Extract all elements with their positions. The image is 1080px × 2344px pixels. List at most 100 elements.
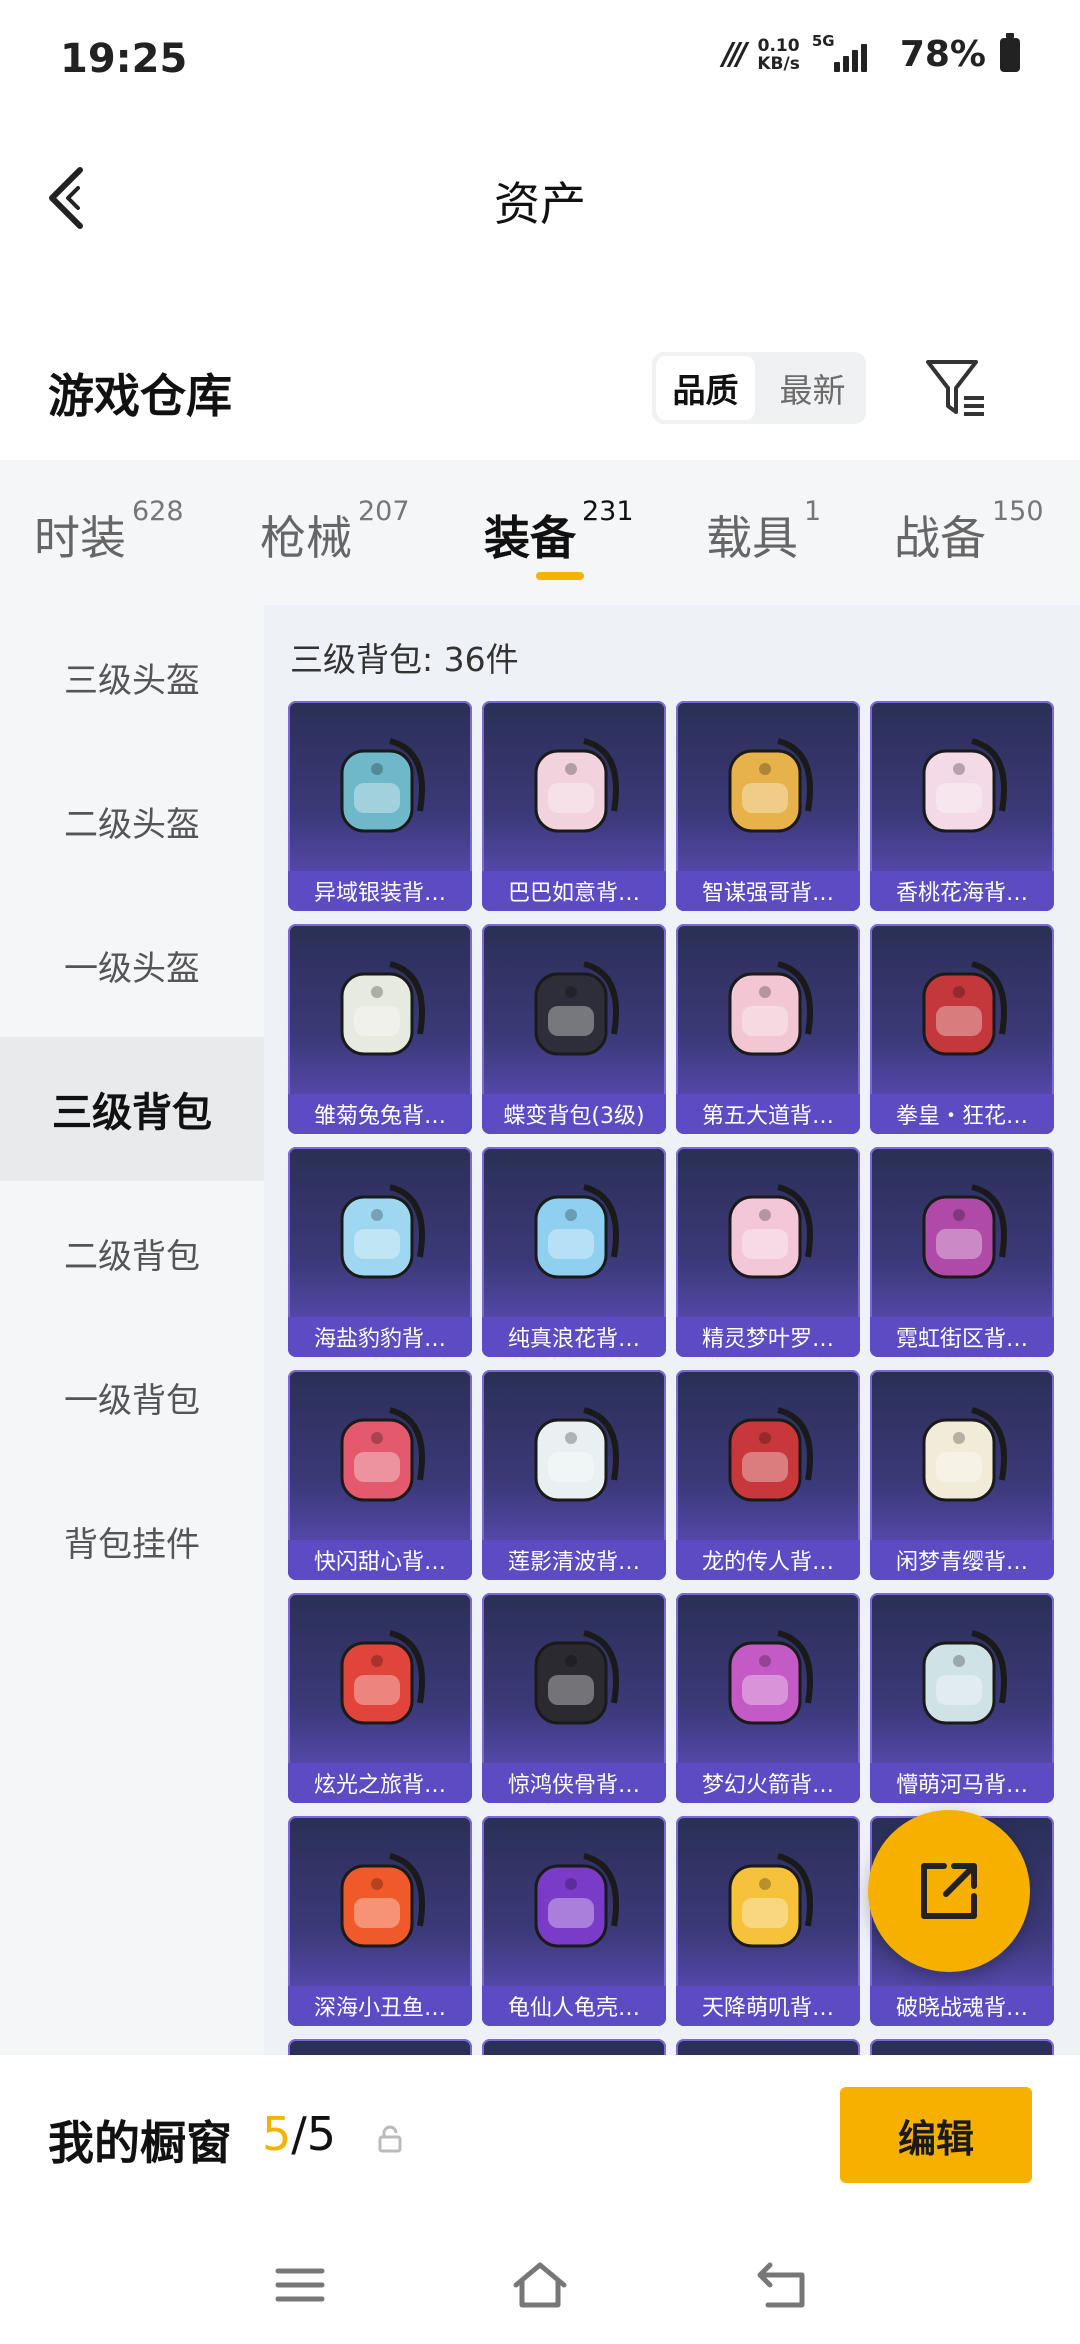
sidebar-item-lvl2-backpack[interactable]: 二级背包 <box>0 1181 264 1325</box>
item-name: 海盐豹豹背… <box>288 1317 472 1357</box>
item-name: 霓虹街区背… <box>870 1317 1054 1357</box>
menu-icon[interactable] <box>270 2255 330 2315</box>
item-card[interactable]: 蝶变背包(3级) <box>482 924 666 1134</box>
item-card[interactable]: 纯真浪花背… <box>482 1147 666 1357</box>
item-name: 深海小丑鱼… <box>288 1986 472 2026</box>
item-card[interactable]: 天降萌叽背… <box>676 1816 860 2026</box>
item-card[interactable]: 惊鸿侠骨背… <box>482 1593 666 1803</box>
item-card-partial[interactable] <box>288 2039 472 2055</box>
status-icons: /// 0.10 KB/s 5G 78% <box>722 32 1020 75</box>
item-card[interactable]: 梦幻火箭背… <box>676 1593 860 1803</box>
item-name: 雏菊兔兔背… <box>288 1094 472 1134</box>
item-name: 蝶变背包(3级) <box>482 1094 666 1134</box>
item-name: 第五大道背… <box>676 1094 860 1134</box>
item-name: 天降萌叽背… <box>676 1986 860 2026</box>
item-card[interactable]: 炫光之旅背… <box>288 1593 472 1803</box>
item-card[interactable]: 海盐豹豹背… <box>288 1147 472 1357</box>
item-card[interactable]: 香桃花海背… <box>870 701 1054 911</box>
showcase-count: 5/5 <box>262 2107 337 2161</box>
sort-quality-button[interactable]: 品质 <box>656 356 755 420</box>
item-card[interactable]: 雏菊兔兔背… <box>288 924 472 1134</box>
share-button[interactable] <box>868 1810 1030 1972</box>
item-count-title: 三级背包: 36件 <box>290 640 519 679</box>
item-card[interactable]: 霓虹街区背… <box>870 1147 1054 1357</box>
home-icon[interactable] <box>510 2255 570 2315</box>
backpack-image <box>870 1147 1054 1317</box>
item-name: 异域银装背… <box>288 871 472 911</box>
sort-toggle: 品质 最新 <box>652 352 866 424</box>
item-name: 智谋强哥背… <box>676 871 860 911</box>
battery-icon <box>1000 32 1020 72</box>
section-title: 游戏仓库 <box>48 369 232 423</box>
item-card[interactable]: 第五大道背… <box>676 924 860 1134</box>
showcase-label: 我的橱窗 <box>48 2116 232 2170</box>
backpack-image <box>676 701 860 871</box>
filter-button[interactable] <box>922 354 992 424</box>
backpack-image <box>482 1593 666 1763</box>
item-card[interactable]: 精灵梦叶罗… <box>676 1147 860 1357</box>
backpack-image <box>288 701 472 871</box>
item-name: 香桃花海背… <box>870 871 1054 911</box>
backpack-image <box>870 924 1054 1094</box>
status-time: 19:25 <box>60 36 188 82</box>
item-card-partial[interactable] <box>676 2039 860 2055</box>
category-tabs: 时装 628 枪械 207 装备 231 载具 1 战备 150 <box>0 460 1080 605</box>
share-icon <box>921 1863 977 1919</box>
item-card[interactable]: 深海小丑鱼… <box>288 1816 472 2026</box>
item-card-partial[interactable] <box>482 2039 666 2055</box>
sidebar-item-backpack-charm[interactable]: 背包挂件 <box>0 1469 264 1613</box>
item-card[interactable]: 龙的传人背… <box>676 1370 860 1580</box>
backpack-image <box>482 1370 666 1540</box>
backpack-image <box>676 1816 860 1986</box>
item-card-partial[interactable] <box>870 2039 1054 2055</box>
sidebar-item-lvl3-backpack[interactable]: 三级背包 <box>0 1037 264 1181</box>
net-speed: 0.10 KB/s <box>757 35 800 74</box>
item-card[interactable]: 闲梦青缨背… <box>870 1370 1054 1580</box>
item-card[interactable]: 龟仙人龟壳… <box>482 1816 666 2026</box>
sidebar-item-lvl2-helmet[interactable]: 二级头盔 <box>0 749 264 893</box>
backpack-image <box>482 701 666 871</box>
sidebar-item-lvl3-helmet[interactable]: 三级头盔 <box>0 605 264 749</box>
signal-icon: 5G <box>812 32 886 72</box>
tab-battle-gear[interactable]: 战备 150 <box>894 496 1044 568</box>
tab-vehicles[interactable]: 载具 1 <box>706 496 821 568</box>
item-name: 懵萌河马背… <box>870 1763 1054 1803</box>
item-card[interactable]: 快闪甜心背… <box>288 1370 472 1580</box>
item-name: 炫光之旅背… <box>288 1763 472 1803</box>
tab-weapons[interactable]: 枪械 207 <box>260 496 410 568</box>
item-name: 巴巴如意背… <box>482 871 666 911</box>
backpack-image <box>676 1593 860 1763</box>
tab-fashion[interactable]: 时装 628 <box>34 496 184 568</box>
sidebar: 三级头盔 二级头盔 一级头盔 三级背包 二级背包 一级背包 背包挂件 <box>0 605 264 2055</box>
sidebar-item-lvl1-helmet[interactable]: 一级头盔 <box>0 893 264 1037</box>
status-bar: 19:25 /// 0.10 KB/s 5G 78% <box>0 0 1080 120</box>
backpack-image <box>482 1816 666 1986</box>
backpack-image <box>482 1147 666 1317</box>
item-name: 破晓战魂背… <box>870 1986 1054 2026</box>
item-card[interactable]: 智谋强哥背… <box>676 701 860 911</box>
edit-button[interactable]: 编辑 <box>840 2087 1032 2183</box>
lock-icon <box>378 2125 402 2153</box>
item-card[interactable]: 拳皇・狂花… <box>870 924 1054 1134</box>
active-tab-indicator <box>536 572 584 580</box>
sort-newest-button[interactable]: 最新 <box>763 356 862 420</box>
item-card[interactable]: 莲影清波背… <box>482 1370 666 1580</box>
backpack-image <box>288 1370 472 1540</box>
backpack-image <box>288 1147 472 1317</box>
carrier-logo-icon: /// <box>722 37 747 72</box>
item-name: 莲影清波背… <box>482 1540 666 1580</box>
item-name: 龟仙人龟壳… <box>482 1986 666 2026</box>
backpack-image <box>482 924 666 1094</box>
tab-equipment[interactable]: 装备 231 <box>484 496 634 568</box>
sidebar-item-lvl1-backpack[interactable]: 一级背包 <box>0 1325 264 1469</box>
item-name: 纯真浪花背… <box>482 1317 666 1357</box>
item-card[interactable]: 懵萌河马背… <box>870 1593 1054 1803</box>
item-card[interactable]: 异域银装背… <box>288 701 472 911</box>
backpack-image <box>288 1816 472 1986</box>
page-title: 资产 <box>494 177 586 231</box>
item-name: 梦幻火箭背… <box>676 1763 860 1803</box>
item-name: 闲梦青缨背… <box>870 1540 1054 1580</box>
filter-icon <box>926 360 984 416</box>
item-card[interactable]: 巴巴如意背… <box>482 701 666 911</box>
back-nav-icon[interactable] <box>752 2255 812 2315</box>
